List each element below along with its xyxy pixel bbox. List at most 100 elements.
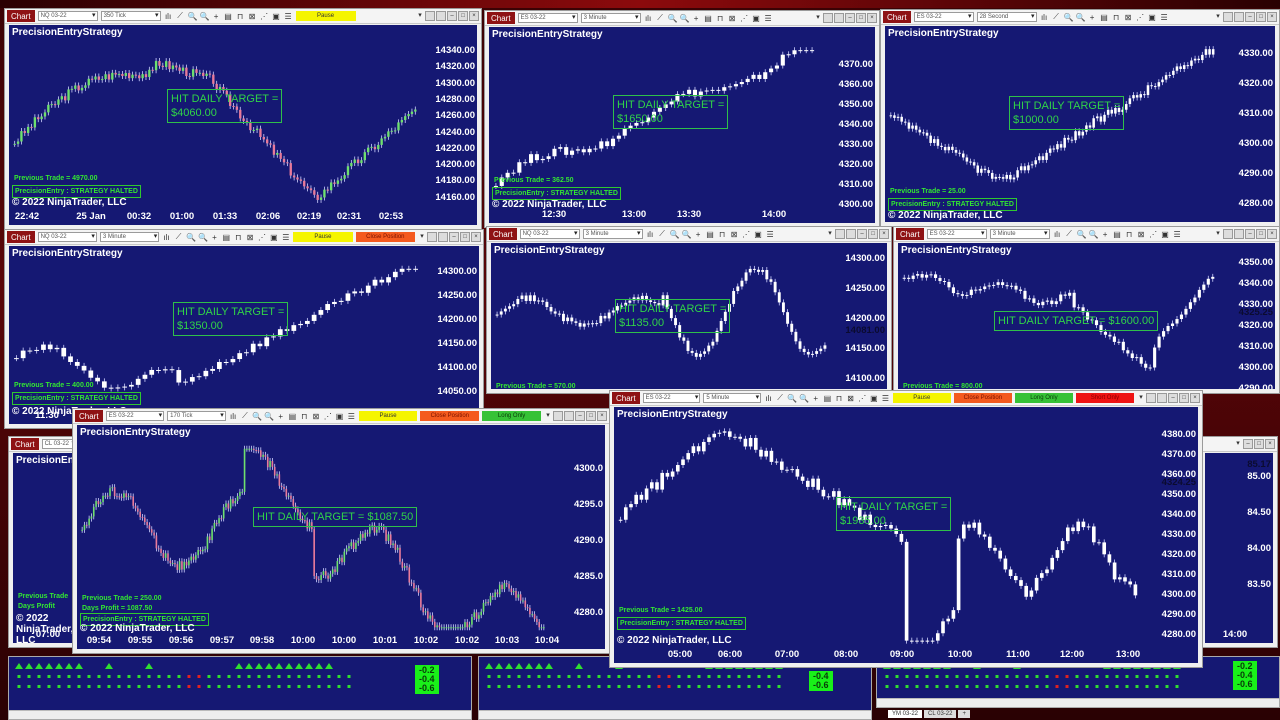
chart-plot[interactable]: PrecisionEntryStrategy Previous Trade Da… bbox=[13, 453, 73, 643]
minimize-icon[interactable]: – bbox=[857, 229, 867, 239]
period-select[interactable]: 3 Minute bbox=[99, 232, 160, 242]
screenshot-icon[interactable]: ⊠ bbox=[846, 394, 855, 403]
dropdown-icon[interactable]: ▾ bbox=[544, 412, 552, 420]
draw-line-icon[interactable]: ⟋ bbox=[1052, 12, 1061, 22]
dropdown-icon[interactable]: ▾ bbox=[1214, 13, 1222, 21]
chart-plot[interactable]: PrecisionEntryStrategy HIT DAILY TARGET =… bbox=[9, 25, 477, 225]
chart-plot[interactable]: PrecisionEntryStrategy HIT DAILY TARGET =… bbox=[489, 27, 875, 223]
tile-icon[interactable] bbox=[835, 229, 845, 239]
bar-type-icon[interactable]: ılı bbox=[1053, 230, 1062, 239]
zoom-in-icon[interactable]: 🔍 bbox=[1077, 230, 1087, 239]
draw-line-icon[interactable]: ⟋ bbox=[1065, 229, 1074, 239]
period-select[interactable]: 170 Tick bbox=[167, 411, 226, 421]
dropdown-icon[interactable]: ▾ bbox=[1234, 440, 1242, 448]
data-box-icon[interactable]: ▣ bbox=[269, 233, 278, 242]
period-select[interactable]: 5 Minute bbox=[703, 393, 762, 403]
chart-plot[interactable]: PrecisionEntryStrategy HIT DAILY TARGET =… bbox=[77, 425, 605, 649]
zoom-in-icon[interactable]: 🔍 bbox=[188, 12, 198, 21]
period-select[interactable]: 3 Minute bbox=[989, 229, 1050, 239]
properties-icon[interactable]: ▤ bbox=[288, 412, 297, 421]
horizontal-scrollbar[interactable] bbox=[479, 710, 871, 719]
long-only-button[interactable]: Long Only bbox=[1014, 393, 1073, 403]
maximize-icon[interactable]: □ bbox=[868, 229, 878, 239]
chart-window-right[interactable]: ▾ – □ × 85.00 84.50 84.00 83.50 85.17 14:00 bbox=[1200, 436, 1278, 648]
period-select[interactable]: 28 Second bbox=[976, 12, 1037, 22]
close-position-button[interactable]: Close Position bbox=[355, 232, 416, 242]
tile2-icon[interactable] bbox=[834, 13, 844, 23]
data-box-icon[interactable]: ▣ bbox=[870, 394, 879, 403]
tab-ym[interactable]: YM 03-22 bbox=[888, 710, 923, 718]
tile2-icon[interactable] bbox=[436, 11, 446, 21]
tile-icon[interactable] bbox=[823, 13, 833, 23]
tile2-icon[interactable] bbox=[1234, 229, 1244, 239]
tile-icon[interactable] bbox=[427, 232, 438, 242]
zoom-in-icon[interactable]: 🔍 bbox=[186, 233, 196, 242]
indicators-icon[interactable]: ⋰ bbox=[1149, 230, 1158, 239]
strategies-icon[interactable]: ⊓ bbox=[1125, 230, 1134, 239]
screenshot-icon[interactable]: ⊠ bbox=[728, 14, 737, 23]
close-icon[interactable]: × bbox=[1265, 439, 1275, 449]
pause-button[interactable]: Pause bbox=[293, 232, 353, 242]
draw-line-icon[interactable]: ⟋ bbox=[656, 13, 665, 23]
list-icon[interactable]: ☰ bbox=[1160, 13, 1169, 22]
zoom-out-icon[interactable]: 🔍 bbox=[198, 233, 208, 242]
maximize-icon[interactable]: □ bbox=[1179, 393, 1189, 403]
data-box-icon[interactable]: ▣ bbox=[754, 230, 763, 239]
chart-plot[interactable]: PrecisionEntryStrategy HIT DAILY TARGET =… bbox=[9, 246, 479, 424]
strategies-icon[interactable]: ⊓ bbox=[1112, 13, 1121, 22]
close-icon[interactable]: × bbox=[471, 232, 482, 242]
zoom-in-icon[interactable]: 🔍 bbox=[668, 14, 678, 23]
chart-window-w1[interactable]: Chart NQ 03-22 350 Tickılı⟋🔍🔍+▤⊓⊠⋰▣☰Paus… bbox=[4, 8, 482, 230]
tile-icon[interactable] bbox=[1146, 393, 1156, 403]
close-icon[interactable]: × bbox=[879, 229, 889, 239]
zoom-in-icon[interactable]: 🔍 bbox=[1064, 13, 1074, 22]
indicators-icon[interactable]: ⋰ bbox=[740, 14, 749, 23]
draw-line-icon[interactable]: ⟋ bbox=[658, 229, 667, 239]
indicators-icon[interactable]: ⋰ bbox=[258, 233, 267, 242]
indicators-icon[interactable]: ⋰ bbox=[323, 412, 332, 421]
screenshot-icon[interactable]: ⊠ bbox=[1124, 13, 1133, 22]
indicators-icon[interactable]: ⋰ bbox=[260, 12, 269, 21]
zoom-out-icon[interactable]: 🔍 bbox=[680, 14, 690, 23]
maximize-icon[interactable]: □ bbox=[1256, 229, 1266, 239]
draw-line-icon[interactable]: ⟋ bbox=[776, 393, 785, 403]
chart-plot[interactable]: PrecisionEntryStrategy HIT DAILY TARGET =… bbox=[885, 26, 1275, 222]
draw-line-icon[interactable]: ⟋ bbox=[174, 232, 183, 242]
chart-plot[interactable]: 85.00 84.50 84.00 83.50 85.17 14:00 bbox=[1205, 453, 1273, 643]
properties-icon[interactable]: ▤ bbox=[1113, 230, 1122, 239]
close-icon[interactable]: × bbox=[867, 13, 877, 23]
list-icon[interactable]: ☰ bbox=[284, 12, 293, 21]
instrument-select[interactable]: NQ 03-22 bbox=[37, 11, 98, 21]
pause-button[interactable]: Pause bbox=[358, 411, 418, 421]
indicator-panel-1[interactable]: -0.2 -0.4 -0.6 bbox=[8, 656, 472, 720]
bar-type-icon[interactable]: ılı bbox=[644, 14, 653, 23]
crosshair-icon[interactable]: + bbox=[694, 230, 703, 239]
properties-icon[interactable]: ▤ bbox=[224, 12, 233, 21]
close-icon[interactable]: × bbox=[1267, 229, 1277, 239]
screenshot-icon[interactable]: ⊠ bbox=[1137, 230, 1146, 239]
zoom-out-icon[interactable]: 🔍 bbox=[799, 394, 809, 403]
short-only-button[interactable]: Short Only bbox=[1075, 393, 1134, 403]
list-icon[interactable]: ☰ bbox=[766, 230, 775, 239]
instrument-select[interactable]: ES 03-22 bbox=[642, 393, 701, 403]
chart-plot[interactable]: PrecisionEntryStrategy HIT DAILY TARGET =… bbox=[898, 243, 1275, 389]
tile2-icon[interactable] bbox=[1157, 393, 1167, 403]
tile-icon[interactable] bbox=[425, 11, 435, 21]
minimize-icon[interactable]: – bbox=[1243, 439, 1253, 449]
instrument-select[interactable]: ES 03-22 bbox=[517, 13, 578, 23]
tile2-icon[interactable] bbox=[846, 229, 856, 239]
instrument-select[interactable]: NQ 03-22 bbox=[519, 229, 580, 239]
pause-button[interactable]: Pause bbox=[295, 11, 356, 21]
properties-icon[interactable]: ▤ bbox=[706, 230, 715, 239]
data-box-icon[interactable]: ▣ bbox=[272, 12, 281, 21]
screenshot-icon[interactable]: ⊠ bbox=[730, 230, 739, 239]
strategies-icon[interactable]: ⊓ bbox=[718, 230, 727, 239]
tile2-icon[interactable] bbox=[438, 232, 449, 242]
dropdown-icon[interactable]: ▾ bbox=[1137, 394, 1145, 402]
chart-tab[interactable]: Chart bbox=[487, 12, 515, 24]
tile2-icon[interactable] bbox=[564, 411, 574, 421]
chart-plot[interactable]: PrecisionEntryStrategy HIT DAILY TARGET =… bbox=[491, 243, 887, 389]
properties-icon[interactable]: ▤ bbox=[222, 233, 231, 242]
strategies-icon[interactable]: ⊓ bbox=[300, 412, 309, 421]
screenshot-icon[interactable]: ⊠ bbox=[246, 233, 255, 242]
